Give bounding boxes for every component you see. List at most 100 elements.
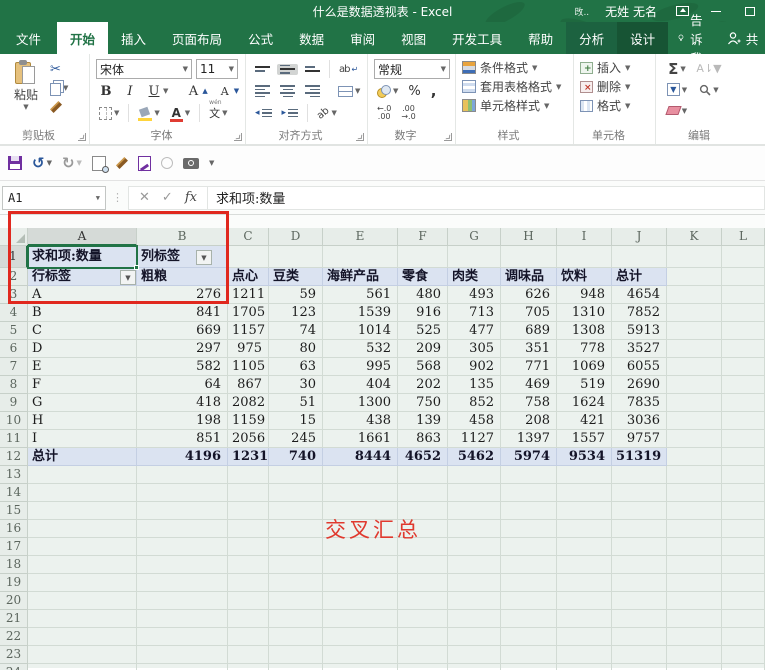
row-header-13[interactable]: 13 <box>0 466 28 484</box>
cell-A5[interactable]: C <box>28 322 137 340</box>
cell-A16[interactable] <box>28 520 137 538</box>
cell-B11[interactable]: 851 <box>137 430 228 448</box>
maximize-button[interactable] <box>741 3 759 19</box>
row-header-17[interactable]: 17 <box>0 538 28 556</box>
cell-C22[interactable] <box>228 628 269 646</box>
decrease-decimal-button[interactable]: .00 →.0 <box>398 104 418 122</box>
cell-J23[interactable] <box>612 646 667 664</box>
cell-L7[interactable] <box>722 358 765 376</box>
cell-F10[interactable]: 139 <box>398 412 448 430</box>
cell-K13[interactable] <box>667 466 722 484</box>
cell-C18[interactable] <box>228 556 269 574</box>
cell-B5[interactable]: 669 <box>137 322 228 340</box>
tell-me-box[interactable]: 告诉我 <box>668 13 719 66</box>
cell-E1[interactable] <box>323 246 398 268</box>
cell-F14[interactable] <box>398 484 448 502</box>
column-header-G[interactable]: G <box>448 228 501 246</box>
cell-H14[interactable] <box>501 484 557 502</box>
cell-D11[interactable]: 245 <box>269 430 323 448</box>
cell-J19[interactable] <box>612 574 667 592</box>
cell-I11[interactable]: 1557 <box>557 430 612 448</box>
cell-G8[interactable]: 135 <box>448 376 501 394</box>
row-header-4[interactable]: 4 <box>0 304 28 322</box>
copy-button[interactable]: ▼ <box>50 80 68 96</box>
cell-G5[interactable]: 477 <box>448 322 501 340</box>
cell-K21[interactable] <box>667 610 722 628</box>
cell-H19[interactable] <box>501 574 557 592</box>
cell-I14[interactable] <box>557 484 612 502</box>
increase-decimal-button[interactable]: ←.0.00 <box>374 104 394 122</box>
cell-D17[interactable] <box>269 538 323 556</box>
cell-D19[interactable] <box>269 574 323 592</box>
cell-K17[interactable] <box>667 538 722 556</box>
cell-L1[interactable] <box>722 246 765 268</box>
row-header-21[interactable]: 21 <box>0 610 28 628</box>
cell-C12[interactable]: 12317 <box>228 448 269 466</box>
cell-B21[interactable] <box>137 610 228 628</box>
italic-button[interactable]: I <box>120 83 140 100</box>
cell-B14[interactable] <box>137 484 228 502</box>
cell-F11[interactable]: 863 <box>398 430 448 448</box>
cell-D1[interactable] <box>269 246 323 268</box>
cell-B17[interactable] <box>137 538 228 556</box>
cell-H12[interactable]: 5974 <box>501 448 557 466</box>
cell-I13[interactable] <box>557 466 612 484</box>
cell-L20[interactable] <box>722 592 765 610</box>
cell-L23[interactable] <box>722 646 765 664</box>
cell-K6[interactable] <box>667 340 722 358</box>
cell-D16[interactable] <box>269 520 323 538</box>
cell-L21[interactable] <box>722 610 765 628</box>
cell-B12[interactable]: 4196 <box>137 448 228 466</box>
paste-button[interactable]: 粘贴 ▼ <box>6 58 46 115</box>
cell-B9[interactable]: 418 <box>137 394 228 412</box>
cell-D18[interactable] <box>269 556 323 574</box>
percent-style-button[interactable]: % <box>405 83 423 100</box>
cell-A21[interactable] <box>28 610 137 628</box>
delete-cells-button[interactable]: × 删除 ▼ <box>580 77 651 96</box>
tab-analyze[interactable]: 分析 <box>566 22 618 54</box>
cell-J5[interactable]: 5913 <box>612 322 667 340</box>
cell-A6[interactable]: D <box>28 340 137 358</box>
cell-J3[interactable]: 4654 <box>612 286 667 304</box>
cell-K10[interactable] <box>667 412 722 430</box>
tab-file[interactable]: 文件 <box>0 22 57 54</box>
cell-L10[interactable] <box>722 412 765 430</box>
cell-B18[interactable] <box>137 556 228 574</box>
cell-C24[interactable] <box>228 664 269 670</box>
cell-B3[interactable]: 276 <box>137 286 228 304</box>
decrease-indent-button[interactable]: ◂ <box>252 107 275 119</box>
cell-B15[interactable] <box>137 502 228 520</box>
tab-formulas[interactable]: 公式 <box>235 22 286 54</box>
cell-H18[interactable] <box>501 556 557 574</box>
underline-button[interactable]: U ▼ <box>144 83 171 100</box>
cell-C11[interactable]: 2056 <box>228 430 269 448</box>
cell-J7[interactable]: 6055 <box>612 358 667 376</box>
cell-G1[interactable] <box>448 246 501 268</box>
grow-font-button[interactable]: A ▲ <box>183 83 210 100</box>
cell-E8[interactable]: 404 <box>323 376 398 394</box>
insert-cells-button[interactable]: + 插入 ▼ <box>580 58 651 77</box>
cell-D12[interactable]: 740 <box>269 448 323 466</box>
cell-D6[interactable]: 80 <box>269 340 323 358</box>
column-header-B[interactable]: B <box>137 228 228 246</box>
cell-I16[interactable] <box>557 520 612 538</box>
cell-C8[interactable]: 867 <box>228 376 269 394</box>
cell-G12[interactable]: 5462 <box>448 448 501 466</box>
cell-A20[interactable] <box>28 592 137 610</box>
cell-H24[interactable] <box>501 664 557 670</box>
cell-J12[interactable]: 51319 <box>612 448 667 466</box>
cell-K19[interactable] <box>667 574 722 592</box>
tab-data[interactable]: 数据 <box>286 22 337 54</box>
cell-styles-button[interactable]: 单元格样式 ▼ <box>462 96 569 115</box>
cell-G7[interactable]: 902 <box>448 358 501 376</box>
cell-G4[interactable]: 713 <box>448 304 501 322</box>
cell-E9[interactable]: 1300 <box>323 394 398 412</box>
cell-F8[interactable]: 202 <box>398 376 448 394</box>
row-header-11[interactable]: 11 <box>0 430 28 448</box>
cell-I4[interactable]: 1310 <box>557 304 612 322</box>
ribbon-display-options-button[interactable] <box>673 3 691 19</box>
cell-K1[interactable] <box>667 246 722 268</box>
cell-I21[interactable] <box>557 610 612 628</box>
cell-C2[interactable]: 点心 <box>228 268 269 286</box>
merge-center-button[interactable]: ▼ <box>335 85 363 98</box>
